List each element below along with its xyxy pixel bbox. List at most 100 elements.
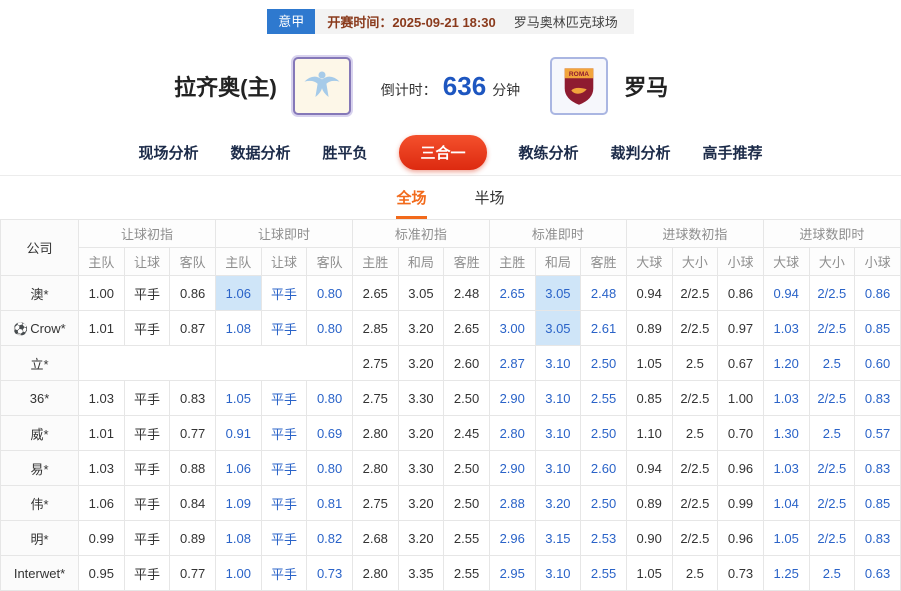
league-badge[interactable]: 意甲 xyxy=(267,9,315,34)
tab-数据分析[interactable]: 数据分析 xyxy=(230,142,290,163)
odds-cell[interactable]: 0.89 xyxy=(626,486,672,521)
odds-cell[interactable]: 2.80 xyxy=(489,416,535,451)
subtab-全场[interactable]: 全场 xyxy=(396,187,426,219)
odds-cell[interactable]: 0.70 xyxy=(718,416,764,451)
odds-cell[interactable]: 2/2.5 xyxy=(672,486,718,521)
odds-cell[interactable]: 0.85 xyxy=(855,311,901,346)
odds-cell[interactable]: 2.96 xyxy=(489,521,535,556)
odds-cell[interactable]: 1.10 xyxy=(626,416,672,451)
odds-cell[interactable]: 平手 xyxy=(261,416,307,451)
odds-cell[interactable]: 1.03 xyxy=(763,451,809,486)
odds-cell[interactable]: 0.83 xyxy=(170,381,216,416)
odds-cell[interactable]: 2.80 xyxy=(352,556,398,591)
company-cell[interactable]: ⚽Crow* xyxy=(1,311,79,346)
odds-cell[interactable]: 0.86 xyxy=(170,276,216,311)
tab-高手推荐[interactable]: 高手推荐 xyxy=(703,142,763,163)
odds-cell[interactable]: 2.50 xyxy=(581,416,627,451)
odds-cell[interactable]: 3.10 xyxy=(535,451,581,486)
odds-cell[interactable]: 0.83 xyxy=(855,381,901,416)
odds-cell[interactable]: 2.48 xyxy=(444,276,490,311)
company-cell[interactable]: 36* xyxy=(1,381,79,416)
odds-cell[interactable]: 2.50 xyxy=(444,381,490,416)
odds-cell[interactable]: 2.55 xyxy=(581,381,627,416)
company-cell[interactable]: 澳* xyxy=(1,276,79,311)
odds-cell[interactable]: 平手 xyxy=(261,556,307,591)
odds-cell[interactable]: 平手 xyxy=(261,486,307,521)
odds-cell[interactable]: 0.83 xyxy=(855,521,901,556)
odds-cell[interactable]: 1.03 xyxy=(763,381,809,416)
odds-cell[interactable]: 2/2.5 xyxy=(672,521,718,556)
odds-cell[interactable]: 1.06 xyxy=(215,451,261,486)
odds-cell[interactable]: 3.10 xyxy=(535,346,581,381)
odds-cell[interactable]: 2.87 xyxy=(489,346,535,381)
odds-cell[interactable]: 2.50 xyxy=(581,346,627,381)
odds-cell[interactable]: 0.94 xyxy=(763,276,809,311)
odds-cell[interactable]: 1.05 xyxy=(763,521,809,556)
odds-cell[interactable]: 2.5 xyxy=(672,416,718,451)
odds-cell[interactable]: 0.99 xyxy=(79,521,125,556)
odds-cell[interactable]: 0.94 xyxy=(626,276,672,311)
odds-cell[interactable]: 2.5 xyxy=(809,416,855,451)
odds-cell[interactable]: 0.87 xyxy=(170,311,216,346)
odds-cell[interactable]: 平手 xyxy=(261,311,307,346)
odds-cell[interactable]: 平手 xyxy=(261,276,307,311)
odds-cell[interactable]: 2.60 xyxy=(581,451,627,486)
odds-cell[interactable]: 0.83 xyxy=(855,451,901,486)
odds-cell[interactable]: 0.84 xyxy=(170,486,216,521)
odds-cell[interactable]: 0.97 xyxy=(718,311,764,346)
odds-cell[interactable]: 2/2.5 xyxy=(672,381,718,416)
odds-cell[interactable]: 3.10 xyxy=(535,556,581,591)
odds-cell[interactable]: 2.65 xyxy=(444,311,490,346)
odds-cell[interactable]: 0.60 xyxy=(855,346,901,381)
odds-cell[interactable]: 2.5 xyxy=(809,346,855,381)
odds-cell[interactable]: 3.30 xyxy=(398,451,444,486)
odds-cell[interactable]: 0.86 xyxy=(855,276,901,311)
odds-cell[interactable]: 0.80 xyxy=(307,381,353,416)
odds-cell[interactable]: 平手 xyxy=(124,311,170,346)
tab-教练分析[interactable]: 教练分析 xyxy=(519,142,579,163)
odds-cell[interactable]: 平手 xyxy=(124,486,170,521)
odds-cell[interactable]: 0.86 xyxy=(718,276,764,311)
odds-cell[interactable]: 0.82 xyxy=(307,521,353,556)
odds-cell[interactable]: 0.85 xyxy=(855,486,901,521)
odds-cell[interactable]: 2.85 xyxy=(352,311,398,346)
odds-cell[interactable]: 3.30 xyxy=(398,381,444,416)
odds-cell[interactable]: 1.08 xyxy=(215,521,261,556)
odds-cell[interactable]: 1.09 xyxy=(215,486,261,521)
odds-cell[interactable]: 3.20 xyxy=(398,416,444,451)
odds-cell[interactable]: 0.95 xyxy=(79,556,125,591)
odds-cell[interactable]: 1.04 xyxy=(763,486,809,521)
odds-cell[interactable]: 0.96 xyxy=(718,521,764,556)
odds-cell[interactable]: 3.15 xyxy=(535,521,581,556)
odds-cell[interactable]: 2.5 xyxy=(809,556,855,591)
odds-cell[interactable]: 0.91 xyxy=(215,416,261,451)
company-cell[interactable]: 易* xyxy=(1,451,79,486)
odds-cell[interactable]: 3.20 xyxy=(398,311,444,346)
odds-cell[interactable]: 2.5 xyxy=(672,556,718,591)
odds-cell[interactable]: 1.03 xyxy=(79,451,125,486)
odds-cell[interactable]: 0.77 xyxy=(170,416,216,451)
odds-cell[interactable]: 0.99 xyxy=(718,486,764,521)
odds-cell[interactable]: 0.90 xyxy=(626,521,672,556)
odds-cell[interactable]: 2.95 xyxy=(489,556,535,591)
odds-cell[interactable]: 2.45 xyxy=(444,416,490,451)
odds-cell[interactable]: 1.05 xyxy=(215,381,261,416)
odds-cell[interactable]: 3.35 xyxy=(398,556,444,591)
odds-cell[interactable]: 平手 xyxy=(124,416,170,451)
odds-cell[interactable]: 2.60 xyxy=(444,346,490,381)
odds-cell[interactable]: 3.05 xyxy=(535,311,581,346)
odds-cell[interactable]: 2.53 xyxy=(581,521,627,556)
odds-cell[interactable]: 0.63 xyxy=(855,556,901,591)
odds-cell[interactable]: 2/2.5 xyxy=(809,276,855,311)
tab-胜平负[interactable]: 胜平负 xyxy=(322,142,367,163)
company-cell[interactable]: 伟* xyxy=(1,486,79,521)
subtab-半场[interactable]: 半场 xyxy=(475,187,505,219)
odds-cell[interactable]: 0.69 xyxy=(307,416,353,451)
tab-三合一[interactable]: 三合一 xyxy=(399,135,486,170)
odds-cell[interactable]: 平手 xyxy=(261,381,307,416)
odds-cell[interactable]: 1.03 xyxy=(763,311,809,346)
odds-cell[interactable]: 2.50 xyxy=(444,486,490,521)
odds-cell[interactable]: 1.25 xyxy=(763,556,809,591)
odds-cell[interactable]: 0.96 xyxy=(718,451,764,486)
odds-cell[interactable]: 0.89 xyxy=(170,521,216,556)
